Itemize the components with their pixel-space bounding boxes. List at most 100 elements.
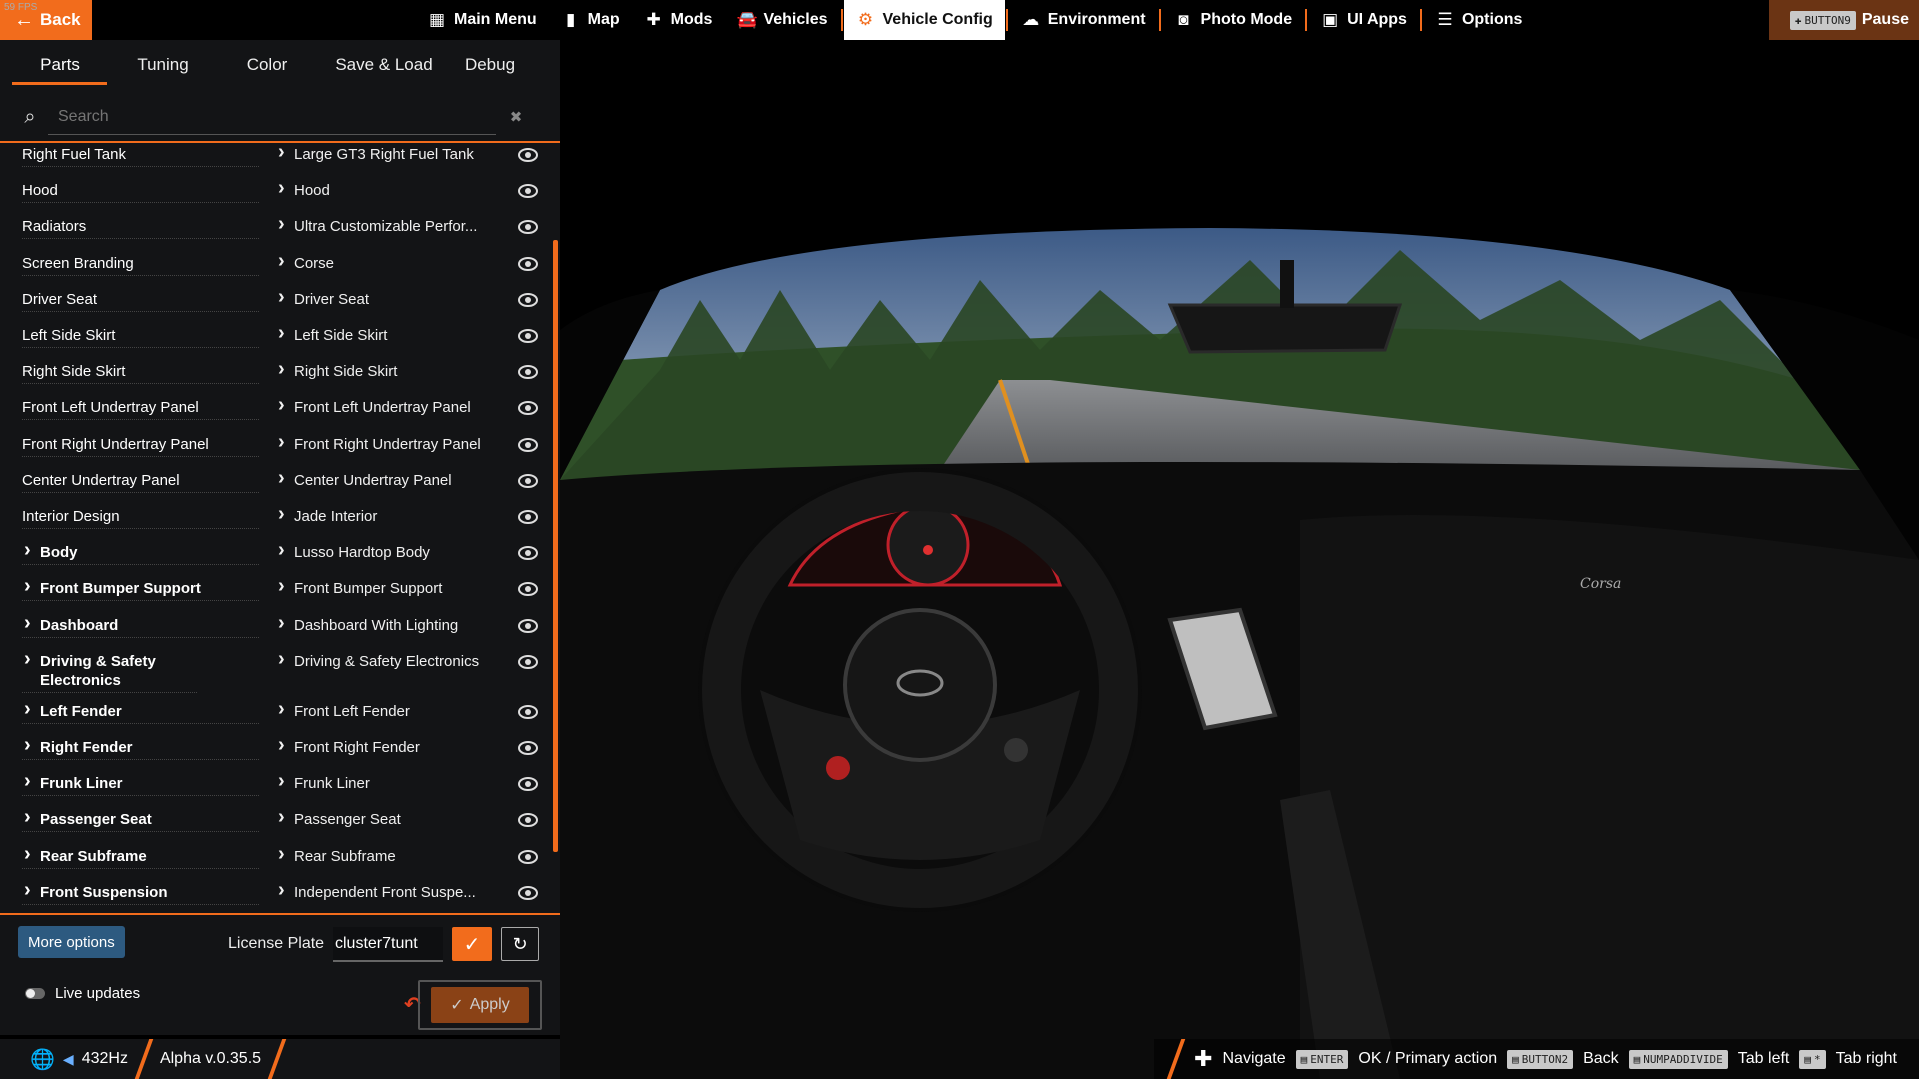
part-selection-dropdown[interactable]: Hood bbox=[278, 181, 508, 200]
toggle-switch[interactable] bbox=[25, 988, 45, 999]
part-selection-dropdown[interactable]: Center Undertray Panel bbox=[278, 471, 508, 490]
part-selection-dropdown[interactable]: Corse bbox=[278, 254, 508, 273]
tab-save-load[interactable]: Save & Load bbox=[328, 40, 440, 90]
part-selection-dropdown[interactable]: Passenger Seat bbox=[278, 810, 508, 829]
eye-icon[interactable] bbox=[517, 847, 539, 867]
nav-mods[interactable]: ✚ Mods bbox=[632, 0, 725, 40]
search-input[interactable] bbox=[48, 99, 496, 135]
nav-label: Photo Mode bbox=[1200, 11, 1293, 28]
checkmark-icon: ✓ bbox=[463, 933, 481, 956]
part-slot-label[interactable]: Frunk Liner bbox=[22, 772, 259, 797]
part-slot-label[interactable]: Left Fender bbox=[22, 700, 259, 724]
part-slot-label[interactable]: Front Suspension bbox=[22, 881, 259, 905]
eye-icon[interactable] bbox=[517, 290, 539, 310]
keyboard-icon: ▤ bbox=[1512, 1052, 1519, 1066]
license-plate-input[interactable] bbox=[333, 927, 443, 962]
part-selection-dropdown[interactable]: Ultra Customizable Perfor... bbox=[278, 217, 508, 236]
globe-icon[interactable]: 🌐 bbox=[30, 1047, 55, 1072]
eye-icon[interactable] bbox=[517, 435, 539, 455]
nav-separator bbox=[1305, 9, 1308, 31]
hint-label: OK / Primary action bbox=[1358, 1050, 1498, 1067]
nav-label: Main Menu bbox=[454, 11, 537, 28]
part-slot-label[interactable]: Driving & Safety Electronics bbox=[22, 650, 197, 693]
eye-icon[interactable] bbox=[517, 254, 539, 274]
parts-scrollbar[interactable] bbox=[553, 240, 558, 852]
live-updates-toggle[interactable]: Live updates bbox=[25, 985, 140, 1002]
eye-icon[interactable] bbox=[517, 702, 539, 722]
nav-photo-mode[interactable]: ◙ Photo Mode bbox=[1162, 0, 1305, 40]
eye-icon[interactable] bbox=[517, 810, 539, 830]
network-icon: ◀ bbox=[62, 1050, 74, 1067]
eye-icon[interactable] bbox=[517, 579, 539, 599]
part-selection-dropdown[interactable]: Front Right Fender bbox=[278, 738, 508, 757]
pause-key-badge: ✚ BUTTON9 bbox=[1789, 10, 1856, 30]
tab-tuning[interactable]: Tuning bbox=[120, 40, 206, 90]
nav-ui-apps[interactable]: ▣ UI Apps bbox=[1308, 0, 1419, 40]
nav-main-menu[interactable]: ▦ Main Menu bbox=[415, 0, 549, 40]
eye-icon[interactable] bbox=[517, 145, 539, 165]
part-selection-dropdown[interactable]: Driving & Safety Electronics bbox=[278, 652, 508, 671]
vehicle-config-panel: Parts Tuning Color Save & Load Debug ⌕ ✖… bbox=[0, 40, 560, 915]
nav-environment[interactable]: ☁ Environment bbox=[1009, 0, 1158, 40]
nav-label: Mods bbox=[670, 11, 713, 28]
part-selection-dropdown[interactable]: Dashboard With Lighting bbox=[278, 616, 508, 635]
license-apply-button[interactable]: ✓ bbox=[452, 927, 492, 961]
tab-color[interactable]: Color bbox=[206, 40, 328, 90]
part-selection-dropdown[interactable]: Front Right Undertray Panel bbox=[278, 435, 508, 454]
map-icon: ▮ bbox=[565, 10, 576, 29]
eye-icon[interactable] bbox=[517, 543, 539, 563]
nav-separator bbox=[1419, 9, 1422, 31]
part-selection-dropdown[interactable]: Frunk Liner bbox=[278, 774, 508, 793]
eye-icon[interactable] bbox=[517, 652, 539, 672]
eye-icon[interactable] bbox=[517, 616, 539, 636]
part-slot-label[interactable]: Dashboard bbox=[22, 614, 259, 638]
eye-icon[interactable] bbox=[517, 181, 539, 201]
eye-icon[interactable] bbox=[517, 398, 539, 418]
clear-search-icon[interactable]: ✖ bbox=[496, 108, 536, 126]
tab-debug[interactable]: Debug bbox=[440, 40, 540, 90]
eye-icon[interactable] bbox=[517, 471, 539, 491]
part-selection-dropdown[interactable]: Rear Subframe bbox=[278, 847, 508, 866]
eye-icon[interactable] bbox=[517, 774, 539, 794]
nav-vehicles[interactable]: 🚘 Vehicles bbox=[724, 0, 839, 40]
part-selection-dropdown[interactable]: Front Bumper Support bbox=[278, 579, 508, 598]
pause-button[interactable]: ✚ BUTTON9 Pause bbox=[1769, 0, 1919, 40]
part-selection-dropdown[interactable]: Driver Seat bbox=[278, 290, 508, 309]
key-badge: ▤ BUTTON2 bbox=[1507, 1049, 1574, 1069]
version-label: Alpha v.0.35.5 bbox=[159, 1050, 262, 1067]
part-slot-label: Center Undertray Panel bbox=[22, 471, 259, 493]
nav-map[interactable]: ▮ Map bbox=[549, 0, 632, 40]
part-selection-dropdown[interactable]: Front Left Fender bbox=[278, 702, 508, 721]
nav-label: Vehicle Config bbox=[882, 11, 993, 28]
part-selection-dropdown[interactable]: Right Side Skirt bbox=[278, 362, 508, 381]
grid-icon: ▦ bbox=[428, 10, 446, 29]
part-selection-dropdown[interactable]: Large GT3 Right Fuel Tank bbox=[278, 145, 508, 164]
part-selection-dropdown[interactable]: Independent Front Suspe... bbox=[278, 883, 508, 902]
eye-icon[interactable] bbox=[517, 883, 539, 903]
part-selection-dropdown[interactable]: Left Side Skirt bbox=[278, 326, 508, 345]
part-selection-dropdown[interactable]: Lusso Hardtop Body bbox=[278, 543, 508, 562]
eye-icon[interactable] bbox=[517, 362, 539, 382]
gamepad-icon: ✚ bbox=[1794, 13, 1802, 27]
nav-label: Environment bbox=[1047, 11, 1146, 28]
license-randomize-button[interactable]: ↻ bbox=[501, 927, 539, 961]
part-slot-label[interactable]: Front Bumper Support bbox=[22, 577, 259, 602]
part-selection-dropdown[interactable]: Front Left Undertray Panel bbox=[278, 398, 508, 417]
part-selection-dropdown[interactable]: Jade Interior bbox=[278, 507, 508, 526]
nav-options[interactable]: ☰ Options bbox=[1423, 0, 1534, 40]
eye-icon[interactable] bbox=[517, 326, 539, 346]
part-slot-label[interactable]: Passenger Seat bbox=[22, 808, 259, 833]
part-slot-label[interactable]: Body bbox=[22, 541, 259, 566]
top-navigation: ▦ Main Menu ▮ Map ✚ Mods 🚘 Vehicles ⚙ Vehicle Con… bbox=[415, 0, 1534, 40]
part-slot-label[interactable]: Rear Subframe bbox=[22, 845, 259, 869]
part-slot-label: Right Fuel Tank bbox=[22, 145, 259, 167]
eye-icon[interactable] bbox=[517, 507, 539, 527]
eye-icon[interactable] bbox=[517, 217, 539, 237]
eye-icon[interactable] bbox=[517, 738, 539, 758]
more-options-button[interactable]: More options bbox=[18, 926, 125, 958]
part-slot-label[interactable]: Right Fender bbox=[22, 736, 259, 760]
nav-vehicle-config[interactable]: ⚙ Vehicle Config bbox=[843, 0, 1005, 40]
apps-icon: ▣ bbox=[1322, 10, 1339, 29]
apply-button[interactable]: ✓ Apply bbox=[431, 987, 529, 1023]
puzzle-icon: ✚ bbox=[646, 10, 661, 29]
